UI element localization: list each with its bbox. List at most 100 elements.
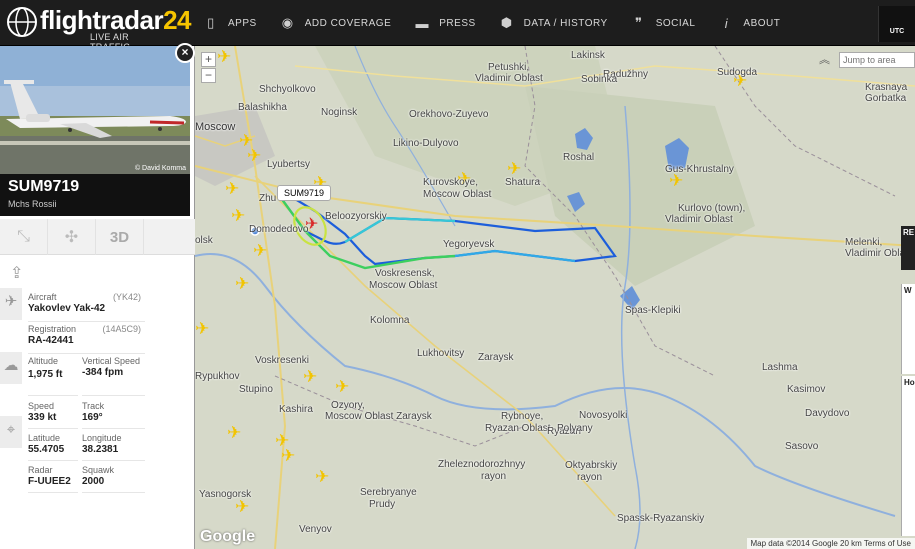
- map-place-label: Kurlovo (town),: [678, 203, 746, 214]
- map-place-label: Moscow Oblast Zaraysk: [325, 411, 432, 422]
- squawk-field: Squawk 2000: [82, 465, 145, 493]
- map-canvas[interactable]: ✈ ✈ ✈ ✈ ✈ ✈ ✈ ✈ ✈ ✈ ✈ ✈ ✈ ✈ ✈ ✈ ✈ ✈ ✈ ✈ ✈ Lakinsk Petu…: [195, 46, 915, 549]
- map-place-label: Ozyory,: [331, 400, 365, 411]
- svg-text:✈: ✈: [225, 179, 239, 199]
- map-place-label: Prudy: [369, 499, 396, 510]
- map-place-label: Spas-Klepiki: [625, 305, 681, 316]
- map-place-label: Vladimir Oblast: [665, 214, 733, 225]
- center-map-button[interactable]: ✣: [48, 219, 96, 255]
- satellite-dish-icon: ⌖: [0, 416, 22, 448]
- aircraft-photo-image: [0, 46, 190, 174]
- map-place-label: Moscow: [195, 121, 236, 133]
- longitude-field: Longitude 38.2381: [82, 433, 145, 461]
- svg-text:✈: ✈: [195, 319, 209, 339]
- flight-info-panel: © David Komma × SUM9719 Mchs Rossii ⤡ ✣ …: [0, 43, 195, 549]
- map-place-label: Novosyolki: [579, 410, 628, 421]
- map-place-label: Krasnaya: [865, 82, 908, 93]
- flight-callsign: SUM9719: [8, 178, 80, 195]
- map-place-label: Moscow Oblast: [423, 189, 492, 200]
- svg-text:✈: ✈: [335, 377, 349, 397]
- photo-credit: © David Komma: [134, 165, 186, 172]
- map-place-label: Domodedovo: [249, 224, 309, 235]
- map-place-label: Davydovo: [805, 408, 850, 419]
- aircraft-photo[interactable]: © David Komma: [0, 46, 190, 174]
- zoom-in-button[interactable]: +: [201, 52, 216, 67]
- ad-banner-1[interactable]: RE: [901, 226, 915, 270]
- radar-globe-icon: [7, 7, 37, 37]
- map-place-label: Zhu: [259, 193, 277, 204]
- nav-apps[interactable]: ▯ APPS: [196, 0, 273, 46]
- nav-press[interactable]: ▬ PRESS: [407, 0, 491, 46]
- svg-text:✈: ✈: [235, 497, 249, 517]
- map-place-label: Ryazan Oblast: [485, 423, 551, 434]
- svg-text:✈: ✈: [247, 146, 261, 166]
- info-icon: i: [724, 15, 729, 31]
- nav-social[interactable]: ❞ SOCIAL: [624, 0, 712, 46]
- svg-text:✈: ✈: [281, 446, 295, 466]
- zoom-out-button[interactable]: −: [201, 68, 216, 83]
- map-place-label: Spassk-Ryazanskiy: [617, 513, 705, 524]
- map-place-label: Zheleznodorozhnyy: [438, 459, 526, 470]
- cloud-icon: ☁: [0, 352, 22, 384]
- svg-text:✈: ✈: [253, 241, 267, 261]
- latitude-field: Latitude 55.4705: [28, 433, 78, 461]
- center-arrows-icon: ✣: [64, 229, 79, 246]
- svg-text:✈: ✈: [217, 47, 231, 67]
- map-place-label: Kasimov: [787, 384, 826, 395]
- track-field: Track 169°: [82, 401, 145, 429]
- route-icon: ⤡: [17, 228, 30, 245]
- utc-clock[interactable]: UTC: [878, 6, 915, 42]
- nav-data-history[interactable]: ⬢ DATA / HISTORY: [492, 0, 624, 46]
- map-background: ✈ ✈✈✈ ✈ ✈✈ ✈✈✈ ✈ ✈✈ ✈✈ ✈ ✈ ✈✈ ✈✈: [195, 46, 915, 549]
- quote-icon: ❞: [634, 15, 643, 30]
- map-place-label: rayon: [481, 471, 507, 482]
- map-place-label: Voskresenki: [255, 355, 309, 366]
- vertical-speed-field: Vertical Speed -384 fpm: [82, 356, 145, 396]
- map-place-label: Sasovo: [785, 441, 819, 452]
- altitude-field: Altitude 1,975 ft: [28, 356, 78, 396]
- map-place-label: Gorbatka: [865, 93, 907, 104]
- svg-text:✈: ✈: [235, 274, 249, 294]
- jump-to-area-input[interactable]: [839, 52, 915, 68]
- route-button[interactable]: ⤡: [0, 219, 48, 255]
- map-place-label: Moscow Oblast: [369, 280, 438, 291]
- map-place-label: Shatura: [505, 177, 541, 188]
- map-place-label: Serebryanye: [360, 487, 417, 498]
- ad-banner-2[interactable]: W: [901, 284, 915, 374]
- nav-about[interactable]: i ABOUT: [711, 0, 796, 46]
- map-place-label: Orekhovo-Zuyevo: [409, 109, 489, 120]
- map-place-label: Polyany: [557, 423, 593, 434]
- google-logo: Google: [200, 528, 256, 545]
- map-place-label: rayon: [577, 472, 603, 483]
- top-navigation-bar: flightradar24 LIVE AIR TRAFFIC ▯APPS ◉AD…: [0, 0, 915, 52]
- map-place-label: Kolomna: [370, 315, 410, 326]
- svg-text:✈: ✈: [231, 206, 245, 226]
- map-place-label: Stupino: [239, 384, 273, 395]
- main-nav: ▯ APPS ◉ ADD COVERAGE ▬ PRESS ⬢ DATA / HISTO…: [196, 0, 796, 46]
- view-3d-button[interactable]: 3D: [96, 219, 144, 255]
- airline-name: Mchs Rossii: [8, 199, 57, 209]
- close-panel-button[interactable]: ×: [175, 43, 195, 63]
- selected-flight-tag[interactable]: SUM9719: [277, 185, 332, 201]
- phone-icon: ▯: [207, 15, 215, 30]
- map-place-label: Yegoryevsk: [443, 239, 495, 250]
- collapse-chevron-icon[interactable]: ︽: [819, 51, 830, 67]
- eye-icon: ◉: [281, 15, 294, 30]
- map-place-label: Sobinka: [581, 74, 618, 85]
- map-place-label: olsk: [195, 235, 213, 246]
- map-attribution[interactable]: Map data ©2014 Google 20 km Terms of Use: [746, 538, 915, 549]
- map-place-label: Sudogda: [717, 67, 758, 78]
- map-place-label: Lakinsk: [571, 50, 605, 61]
- map-place-label: Kashira: [279, 404, 313, 415]
- flightradar24-logo[interactable]: flightradar24 LIVE AIR TRAFFIC: [6, 4, 191, 52]
- nav-add-coverage[interactable]: ◉ ADD COVERAGE: [273, 0, 408, 46]
- map-place-label: Oktyabrskiy: [565, 460, 618, 471]
- map-place-label: Roshal: [563, 152, 595, 163]
- share-icon[interactable]: ⇪: [10, 263, 23, 283]
- map-place-label: Beloozyorskiy: [325, 211, 387, 222]
- map-place-label: Lyubertsy: [267, 159, 310, 170]
- map-place-label: Voskresensk,: [375, 268, 435, 279]
- ad-banner-3[interactable]: Ho: [901, 376, 915, 536]
- map-place-label: Vladimir Oblast: [475, 73, 543, 84]
- panel-action-buttons: ⤡ ✣ 3D: [0, 219, 195, 255]
